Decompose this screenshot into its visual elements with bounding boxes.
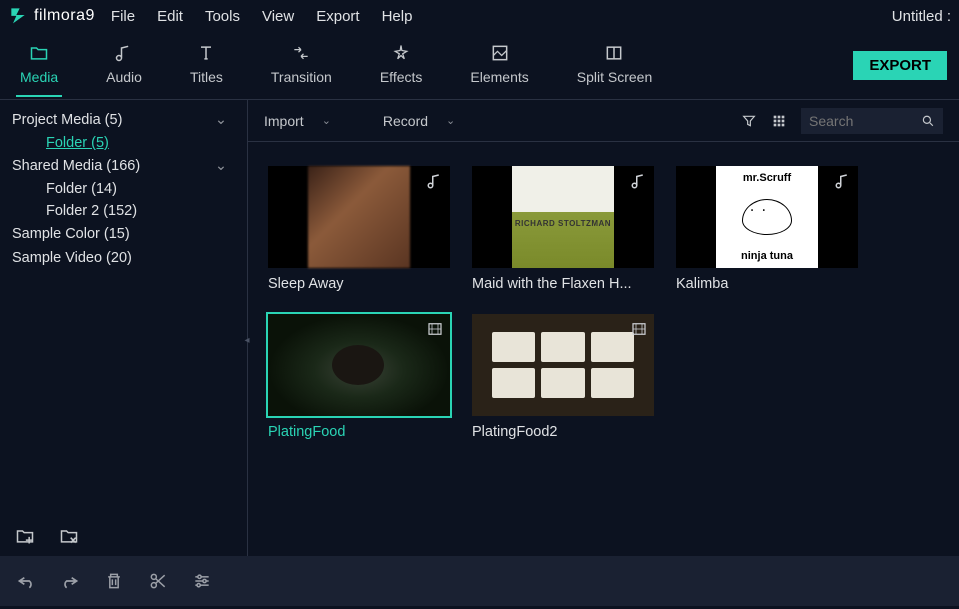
tab-transition[interactable]: Transition: [271, 43, 332, 89]
tab-label: Effects: [380, 69, 423, 85]
content-header: Import ⌄ Record ⌄: [248, 100, 959, 142]
media-name: PlatingFood: [268, 416, 450, 440]
tab-label: Split Screen: [577, 69, 652, 85]
text-icon: [195, 43, 217, 63]
thumbnail[interactable]: [472, 166, 654, 268]
sidebar-actions: [0, 516, 247, 556]
menu-tools[interactable]: Tools: [205, 8, 240, 25]
film-icon: [426, 320, 444, 338]
bottombar: [0, 556, 959, 606]
tree-label: Sample Video (20): [12, 250, 235, 266]
tree-label: Project Media (5): [12, 112, 215, 128]
album-art: [512, 166, 614, 268]
tree-shared-media[interactable]: Shared Media (166) ⌄: [12, 154, 235, 178]
filmora-logo-icon: [8, 5, 28, 28]
media-name: Kalimba: [676, 268, 858, 292]
filter-icon[interactable]: [741, 113, 757, 129]
grid-view-icon[interactable]: [771, 113, 787, 129]
record-dropdown[interactable]: Record ⌄: [383, 113, 455, 129]
tree-label: Sample Color (15): [12, 226, 235, 242]
search-icon[interactable]: [921, 113, 935, 129]
tab-elements[interactable]: Elements: [470, 43, 528, 89]
tab-label: Audio: [106, 69, 142, 85]
tree-sample-video[interactable]: Sample Video (20): [12, 246, 235, 270]
music-note-icon: [834, 172, 852, 190]
music-note-icon: [630, 172, 648, 190]
media-item[interactable]: PlatingFood2: [472, 314, 654, 440]
delete-folder-icon[interactable]: [58, 526, 80, 546]
media-item[interactable]: Maid with the Flaxen H...: [472, 166, 654, 292]
tab-audio[interactable]: Audio: [106, 43, 142, 89]
titlebar: filmora9 File Edit Tools View Export Hel…: [0, 0, 959, 32]
media-item[interactable]: Sleep Away: [268, 166, 450, 292]
menu-file[interactable]: File: [111, 8, 135, 25]
project-title: Untitled :: [892, 8, 951, 25]
dropdown-label: Import: [264, 113, 304, 129]
menu-edit[interactable]: Edit: [157, 8, 183, 25]
export-button[interactable]: EXPORT: [853, 51, 947, 80]
tree-sample-color[interactable]: Sample Color (15): [12, 222, 235, 246]
chevron-down-icon[interactable]: ⌄: [215, 158, 227, 174]
music-note-icon: [426, 172, 444, 190]
media-name: PlatingFood2: [472, 416, 654, 440]
album-art: [308, 166, 410, 268]
media-tree: Project Media (5) ⌄ Folder (5) Shared Me…: [0, 100, 247, 516]
settings-sliders-icon[interactable]: [192, 571, 212, 591]
import-dropdown[interactable]: Import ⌄: [264, 113, 331, 129]
tab-titles[interactable]: Titles: [190, 43, 223, 89]
tab-label: Transition: [271, 69, 332, 85]
new-folder-icon[interactable]: [14, 526, 36, 546]
elements-icon: [489, 43, 511, 63]
splitscreen-icon: [603, 43, 625, 63]
search-input[interactable]: [809, 113, 921, 129]
tab-media[interactable]: Media: [20, 43, 58, 89]
sidebar-splitter[interactable]: [241, 328, 253, 352]
thumbnail[interactable]: [268, 314, 450, 416]
thumbnail[interactable]: [472, 314, 654, 416]
media-item[interactable]: PlatingFood: [268, 314, 450, 440]
menu-view[interactable]: View: [262, 8, 294, 25]
media-name: Sleep Away: [268, 268, 450, 292]
tab-label: Titles: [190, 69, 223, 85]
menubar: File Edit Tools View Export Help: [111, 8, 413, 25]
thumbnail[interactable]: mr.Scruffninja tuna: [676, 166, 858, 268]
tab-label: Media: [20, 69, 58, 85]
toolbar: Media Audio Titles Transition Effects El…: [0, 32, 959, 100]
menu-help[interactable]: Help: [382, 8, 413, 25]
music-note-icon: [113, 43, 135, 63]
app-logo: filmora9: [8, 5, 95, 28]
sidebar: Project Media (5) ⌄ Folder (5) Shared Me…: [0, 100, 248, 556]
scissors-icon[interactable]: [148, 571, 168, 591]
tree-label: Shared Media (166): [12, 158, 215, 174]
chevron-down-icon[interactable]: ⌄: [215, 112, 227, 128]
tree-folder-selected[interactable]: Folder (5): [46, 132, 235, 154]
content-pane: Import ⌄ Record ⌄: [248, 100, 959, 556]
transition-icon: [290, 43, 312, 63]
folder-icon: [28, 43, 50, 63]
search-box[interactable]: [801, 108, 943, 134]
app-name: filmora9: [34, 7, 95, 25]
tree-folder2[interactable]: Folder 2 (152): [46, 200, 235, 222]
tab-splitscreen[interactable]: Split Screen: [577, 43, 652, 89]
media-item[interactable]: mr.Scruffninja tuna Kalimba: [676, 166, 858, 292]
media-name: Maid with the Flaxen H...: [472, 268, 654, 292]
effects-icon: [390, 43, 412, 63]
thumbnail[interactable]: [268, 166, 450, 268]
dropdown-label: Record: [383, 113, 428, 129]
trash-icon[interactable]: [104, 571, 124, 591]
undo-icon[interactable]: [16, 571, 36, 591]
album-art: mr.Scruffninja tuna: [716, 166, 818, 268]
video-preview: [268, 314, 450, 416]
redo-icon[interactable]: [60, 571, 80, 591]
tree-project-media[interactable]: Project Media (5) ⌄: [12, 108, 235, 132]
tree-folder14[interactable]: Folder (14): [46, 178, 235, 200]
tab-effects[interactable]: Effects: [380, 43, 423, 89]
menu-export[interactable]: Export: [316, 8, 359, 25]
tab-label: Elements: [470, 69, 528, 85]
chevron-down-icon: ⌄: [446, 114, 455, 127]
video-preview: [472, 314, 654, 416]
chevron-down-icon: ⌄: [322, 114, 331, 127]
media-grid: Sleep Away Maid with the Flaxen H... mr.…: [248, 142, 959, 464]
film-icon: [630, 320, 648, 338]
